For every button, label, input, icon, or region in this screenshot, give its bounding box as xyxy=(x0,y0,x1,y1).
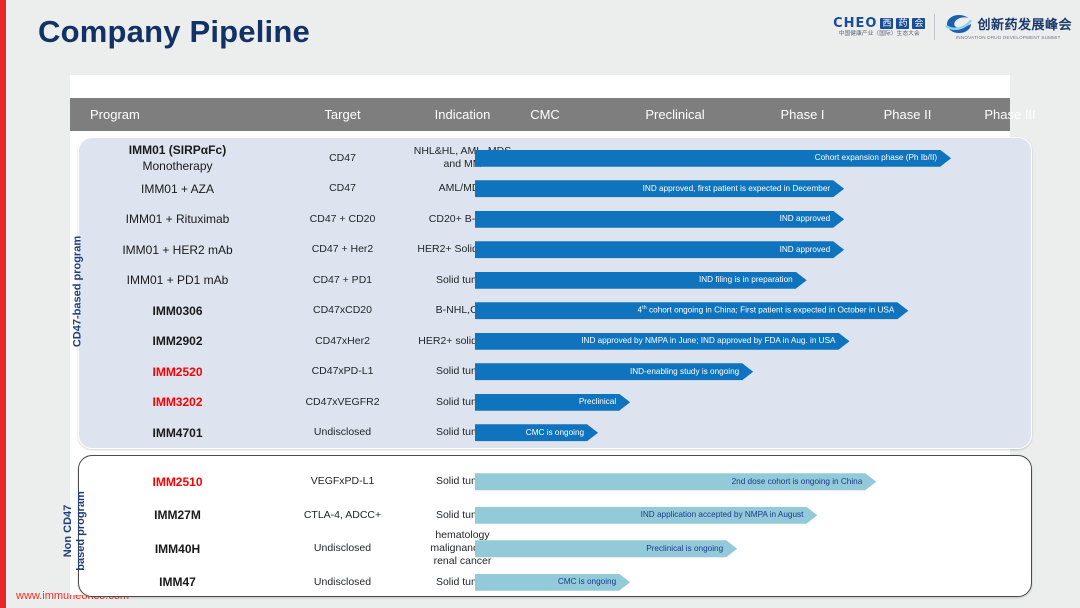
pipeline-progress-bar[interactable]: CMC is ongoing xyxy=(475,574,630,591)
cheo-wordmark: CHEO xyxy=(833,16,878,31)
pipeline-bar-label: Preclinical xyxy=(578,397,617,407)
cell-program: IMM0306 xyxy=(152,303,203,318)
pipeline-bar-label: 4th cohort ongoing in China; First patie… xyxy=(637,305,895,316)
cell-program: IMM2520 xyxy=(152,364,203,379)
column-header-program: Program xyxy=(90,107,140,122)
pipeline-progress-bar[interactable]: IND approved xyxy=(475,241,844,258)
summit-subtitle: INNOVATION DRUG DEVELOPMENT SUMMIT xyxy=(955,35,1061,40)
pipeline-bar-label: IND approved xyxy=(779,214,831,224)
cell-program: IMM01 + AZA xyxy=(140,181,215,196)
cheo-badge-1: 西 xyxy=(880,18,894,29)
pipeline-progress-bar[interactable]: IND approved, first patient is expected … xyxy=(475,180,844,197)
logo-divider xyxy=(934,14,936,41)
table-row[interactable]: IMM0306 CD47xCD20 B-NHL,CLL 4th cohort ongo… xyxy=(70,296,1010,327)
table-row[interactable]: IMM01 + PD1 mAb CD47 + PD1 Solid tumor IND … xyxy=(70,265,1010,296)
pipeline-bar-label: IND application accepted by NMPA in Augu… xyxy=(640,510,804,520)
pipeline-bar-label: IND filing is in preparation xyxy=(698,275,793,285)
pipeline-bar-label: IND approved xyxy=(779,244,831,254)
logo-group: CHEO 西 药 会 中国健康产业（国际）生态大会 创新药发展峰会 INNOVA… xyxy=(833,14,1072,41)
pipeline-progress-bar[interactable]: 4th cohort ongoing in China; First patie… xyxy=(475,302,908,319)
swirl-icon xyxy=(944,14,974,34)
left-red-accent-bar xyxy=(0,0,6,608)
cell-program: IMM2902 xyxy=(152,334,203,349)
cheo-badge-3: 会 xyxy=(912,18,926,29)
cell-program: IMM2510 xyxy=(152,474,203,489)
cheo-logo-row: CHEO 西 药 会 xyxy=(833,16,926,31)
table-row[interactable]: IMM2902 CD47xHer2 HER2+ solid tumor IND app… xyxy=(70,326,1010,357)
pipeline-bar-label: CMC is ongoing xyxy=(557,577,617,587)
cell-program: IMM27M xyxy=(154,508,201,523)
pipeline-progress-bar[interactable]: IND approved xyxy=(475,211,844,228)
cell-program: IMM01 + HER2 mAb xyxy=(122,242,233,257)
pipeline-progress-bar[interactable]: IND approved by NMPA in June; IND approv… xyxy=(475,333,850,350)
table-row[interactable]: IMM01 + Rituximab CD47 + CD20 CD20+ B-NHL I… xyxy=(70,204,1010,235)
pipeline-bar-label: IND approved by NMPA in June; IND approv… xyxy=(581,336,836,346)
table-row[interactable]: IMM2510 VEGFxPD-L1 Solid tumor 2nd dose coh… xyxy=(70,465,1010,499)
pipeline-bar-label: Preclinical is ongoing xyxy=(646,543,724,553)
pipeline-progress-bar[interactable]: Preclinical is ongoing xyxy=(475,540,737,557)
summit-logo-row: 创新药发展峰会 xyxy=(944,14,1072,34)
cheo-subtitle: 中国健康产业（国际）生态大会 xyxy=(838,31,920,37)
slide-root: Company Pipeline CHEO 西 药 会 中国健康产业（国际）生态… xyxy=(0,0,1080,608)
pipeline-bar-label: CMC is ongoing xyxy=(525,427,585,437)
page-title: Company Pipeline xyxy=(38,14,310,49)
table-row[interactable]: IMM01 (SIRPαFc) Monotherapy CD47 NHL&HL, AM… xyxy=(70,143,1010,174)
table-row[interactable]: IMM3202 CD47xVEGFR2 Solid tumor Preclinical xyxy=(70,387,1010,418)
cell-program: IMM47 xyxy=(159,575,196,590)
table-header-row: Program Target Indication CMC Preclinical Pha… xyxy=(70,98,1036,131)
pipeline-progress-bar[interactable]: Preclinical xyxy=(475,394,630,411)
summit-title: 创新药发展峰会 xyxy=(977,16,1072,32)
cell-program: IMM01 + PD1 mAb xyxy=(126,273,229,288)
table-row[interactable]: IMM01 + AZA CD47 AML/MDS IND approved, firs… xyxy=(70,174,1010,205)
pipeline-progress-bar[interactable]: Cohort expansion phase (Ph Ib/II) xyxy=(475,150,951,167)
pipeline-table: Program Target Indication CMC Preclinical Pha… xyxy=(62,75,1036,597)
pipeline-bar-label: Cohort expansion phase (Ph Ib/II) xyxy=(814,153,938,163)
table-row[interactable]: IMM27M CTLA-4, ADCC+ Solid tumor IND applic… xyxy=(70,499,1010,533)
cheo-badge-2: 药 xyxy=(896,18,910,29)
pipeline-progress-bar[interactable]: IND-enabling study is ongoing xyxy=(475,363,753,380)
pipeline-bar-label: 2nd dose cohort is ongoing in China xyxy=(731,476,863,486)
table-row[interactable]: IMM4701 Undisclosed Solid tumor CMC is ongo… xyxy=(70,418,1010,449)
table-row[interactable]: IMM40H Undisclosed hematology malignancies/… xyxy=(70,529,1010,567)
pipeline-progress-bar[interactable]: CMC is ongoing xyxy=(475,424,598,441)
table-row[interactable]: IMM47 Undisclosed Solid tumor CMC is ongoin… xyxy=(70,566,1010,600)
column-header-phase-iii: Phase III xyxy=(984,107,1036,122)
table-row[interactable]: IMM2520 CD47xPD-L1 Solid tumor IND-enabling… xyxy=(70,357,1010,388)
cell-program: IMM01 + Rituximab xyxy=(125,212,230,227)
pipeline-bar-label: IND approved, first patient is expected … xyxy=(642,183,831,193)
cell-program: IMM01 (SIRPαFc) Monotherapy xyxy=(90,143,265,174)
program-name: IMM01 (SIRPαFc) xyxy=(128,143,227,158)
pipeline-progress-bar[interactable]: 2nd dose cohort is ongoing in China xyxy=(475,473,876,490)
pipeline-progress-bar[interactable]: IND filing is in preparation xyxy=(475,272,807,289)
pipeline-progress-bar[interactable]: IND application accepted by NMPA in Augu… xyxy=(475,507,817,524)
summit-logo: 创新药发展峰会 INNOVATION DRUG DEVELOPMENT SUMM… xyxy=(944,14,1072,41)
pipeline-bar-label: IND-enabling study is ongoing xyxy=(629,366,740,376)
cell-program: IMM3202 xyxy=(152,395,203,410)
cell-program: IMM40H xyxy=(154,541,201,556)
program-subtitle: Monotherapy xyxy=(142,159,213,174)
cell-program: IMM4701 xyxy=(152,425,203,440)
cheo-logo: CHEO 西 药 会 中国健康产业（国际）生态大会 xyxy=(833,16,926,38)
table-row[interactable]: IMM01 + HER2 mAb CD47 + Her2 HER2+ Solid t… xyxy=(70,235,1010,266)
